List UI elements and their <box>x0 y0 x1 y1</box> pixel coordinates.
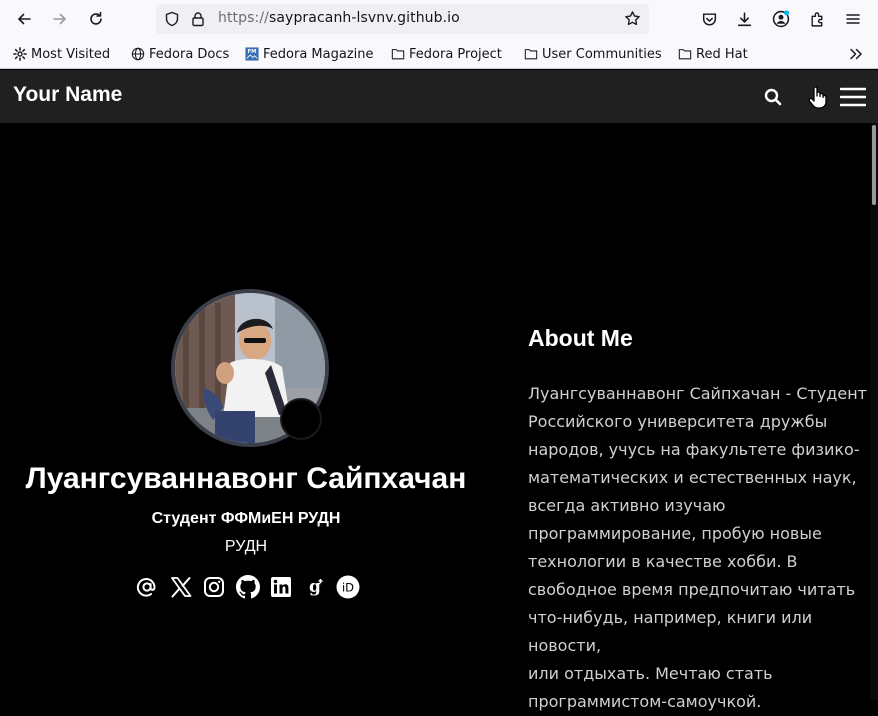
bookmark-star-icon[interactable] <box>624 10 641 31</box>
url-scheme: https:// <box>218 10 269 26</box>
browser-toolbar: https://saypracanh-lsvnv.github.io <box>0 0 878 38</box>
site-header: Your Name <box>0 70 878 123</box>
bookmark-red-hat[interactable]: Red Hat <box>678 45 748 63</box>
pocket-icon[interactable] <box>696 6 722 32</box>
status-indicator <box>280 398 322 440</box>
scrollbar[interactable] <box>870 123 878 700</box>
instagram-icon[interactable] <box>201 574 227 600</box>
social-links: g iD <box>134 574 369 600</box>
gear-icon <box>13 47 27 61</box>
extensions-icon[interactable] <box>804 6 830 32</box>
email-icon[interactable] <box>134 574 160 600</box>
person-name: Луангсуваннавонг Сайпхачан <box>25 462 467 495</box>
bookmark-user-communities[interactable]: User Communities <box>524 45 662 63</box>
x-icon[interactable] <box>168 574 194 600</box>
about-text: Луангсуваннавонг Сайпхачан - Студент Рос… <box>528 384 867 711</box>
site-title[interactable]: Your Name <box>13 83 122 107</box>
scrollbar-thumb[interactable] <box>872 125 876 205</box>
github-icon[interactable] <box>235 574 261 600</box>
reload-icon[interactable] <box>83 6 109 32</box>
svg-text:iD: iD <box>342 580 354 594</box>
folder-icon <box>678 47 692 61</box>
svg-text:FM: FM <box>248 49 257 55</box>
person-role: Студент ФФМиЕН РУДН <box>151 510 341 527</box>
orcid-icon[interactable]: iD <box>335 574 361 600</box>
bookmark-label: User Communities <box>542 46 662 62</box>
bookmark-label: Fedora Project <box>409 46 502 62</box>
back-arrow-icon[interactable] <box>11 6 37 32</box>
hamburger-menu-icon[interactable] <box>839 83 867 111</box>
menu-icon[interactable] <box>840 6 866 32</box>
forward-arrow-icon[interactable] <box>47 6 73 32</box>
bookmark-most-visited[interactable]: Most Visited <box>13 45 110 63</box>
bookmark-fedora-docs[interactable]: Fedora Docs <box>131 45 229 63</box>
downloads-icon[interactable] <box>731 6 757 32</box>
chevron-double-right-icon[interactable] <box>848 45 864 63</box>
fm-icon: FM <box>245 47 259 61</box>
linkedin-icon[interactable] <box>268 574 294 600</box>
google-scholar-icon[interactable]: g <box>302 574 328 600</box>
bookmark-label: Fedora Magazine <box>263 46 374 62</box>
folder-icon <box>391 47 405 61</box>
globe-icon <box>131 47 145 61</box>
search-icon[interactable] <box>759 83 787 111</box>
person-affiliation: РУДН <box>224 538 268 555</box>
bookmark-fedora-magazine[interactable]: FM Fedora Magazine <box>245 45 374 63</box>
account-icon[interactable] <box>768 6 794 32</box>
url-text[interactable]: https://saypracanh-lsvnv.github.io <box>218 10 460 26</box>
url-host: saypracanh-lsvnv.github.io <box>268 10 460 26</box>
bookmark-label: Fedora Docs <box>149 46 230 62</box>
bookmarks-toolbar: Most Visited Fedora Docs FM Fedora Magaz… <box>0 38 878 69</box>
folder-icon <box>524 47 538 61</box>
shield-icon[interactable] <box>164 11 180 31</box>
lock-icon[interactable] <box>190 11 206 31</box>
bookmark-label: Red Hat <box>696 46 748 62</box>
url-bar[interactable]: https://saypracanh-lsvnv.github.io <box>156 4 649 34</box>
about-title: About Me <box>528 325 633 351</box>
hand-cursor-icon[interactable] <box>803 83 831 111</box>
svg-text:g: g <box>309 577 321 597</box>
bookmark-label: Most Visited <box>31 46 111 62</box>
bookmark-fedora-project[interactable]: Fedora Project <box>391 45 502 63</box>
